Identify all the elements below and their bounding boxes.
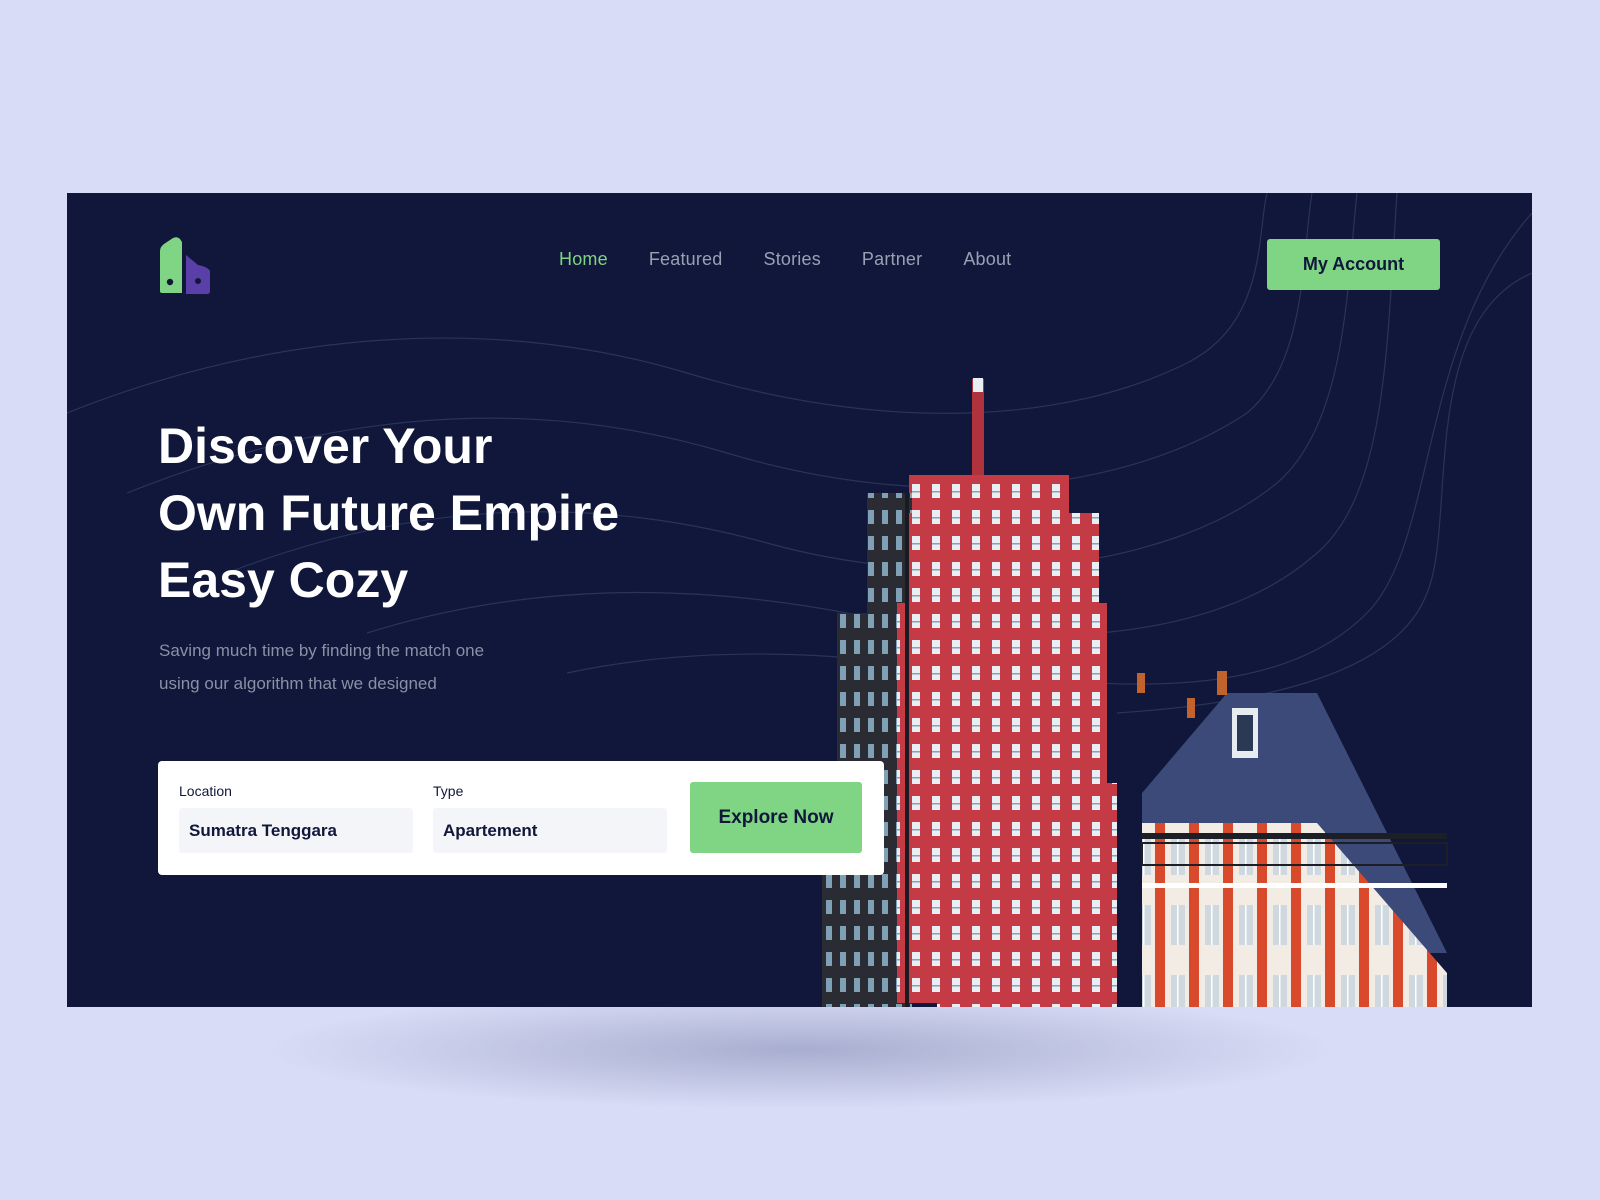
property-search-bar: Location Sumatra Tenggara Type Apartemen…	[158, 761, 884, 875]
buildings-photo	[822, 378, 1448, 1007]
type-field[interactable]: Apartement	[433, 808, 667, 853]
location-field[interactable]: Sumatra Tenggara	[179, 808, 413, 853]
type-label: Type	[433, 783, 464, 799]
card-shadow	[260, 990, 1340, 1110]
hero-section: Home Featured Stories Partner About My A…	[67, 193, 1532, 1007]
explore-now-button[interactable]: Explore Now	[690, 782, 862, 853]
location-label: Location	[179, 783, 232, 799]
